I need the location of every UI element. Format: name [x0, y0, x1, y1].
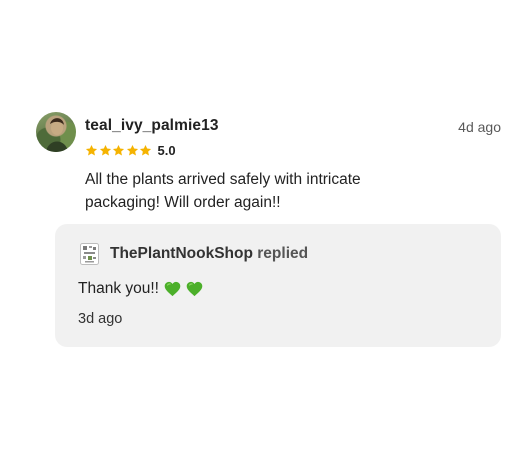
shop-reply: ThePlantNookShop replied Thank you!! 3d … [55, 224, 501, 347]
avatar-photo-icon [46, 118, 68, 152]
reviewer-username[interactable]: teal_ivy_palmie13 [85, 117, 219, 135]
reply-header: ThePlantNookShop replied [110, 245, 308, 263]
star-icon [126, 144, 138, 155]
star-icon [139, 144, 152, 155]
review-card: teal_ivy_palmie13 4d ago 5.0 All the pla… [0, 0, 530, 467]
review-text: All the plants arrived safely with intri… [85, 171, 361, 211]
green-heart-icon [186, 281, 203, 297]
reply-message: Thank you!! [78, 280, 159, 297]
green-heart-icon [164, 281, 181, 297]
reply-text: Thank you!! [78, 280, 203, 298]
star-icon [112, 144, 125, 155]
shop-logo-icon [80, 243, 99, 265]
reply-action-label: replied [257, 245, 309, 262]
star-icon [99, 144, 111, 155]
star-icon [85, 144, 98, 155]
star-rating: 5.0 [85, 141, 176, 159]
user-avatar[interactable] [36, 112, 76, 152]
shop-name-link[interactable]: ThePlantNookShop [110, 245, 253, 262]
review-timestamp: 4d ago [458, 119, 501, 135]
reply-timestamp: 3d ago [78, 311, 123, 327]
rating-value: 5.0 [157, 142, 176, 158]
